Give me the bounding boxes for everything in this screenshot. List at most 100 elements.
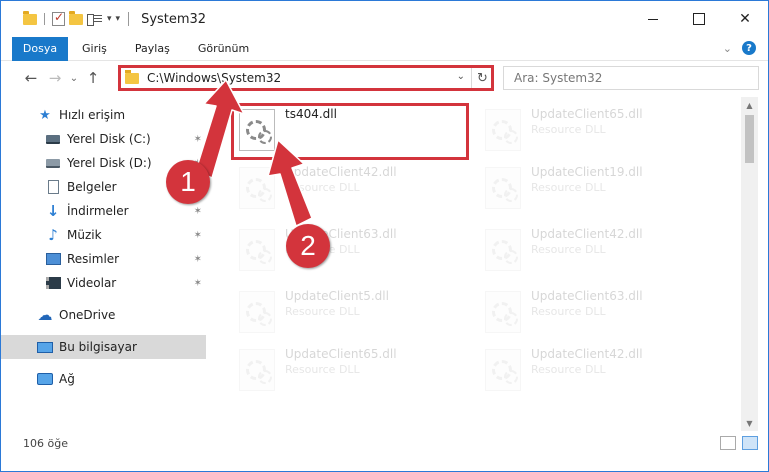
sidebar-item-local-disk-c[interactable]: Yerel Disk (C:) ✶: [1, 127, 206, 151]
properties-check-icon[interactable]: [52, 10, 65, 26]
view-switcher: [720, 436, 758, 450]
file-name: UpdateClient65.dll: [531, 107, 643, 121]
sidebar-item-label: Yerel Disk (C:): [67, 132, 151, 146]
minimize-button[interactable]: [630, 1, 676, 37]
file-type: Resource DLL: [531, 181, 606, 194]
window-controls: ✕: [630, 1, 768, 37]
file-type: Resource DLL: [285, 363, 360, 376]
list-item[interactable]: UpdateClient19.dll Resource DLL: [477, 159, 717, 217]
new-folder-icon[interactable]: [69, 10, 83, 25]
maximize-button[interactable]: [676, 1, 722, 37]
ribbon-right: ⌄ ?: [723, 41, 756, 55]
sidebar-item-label: Bu bilgisayar: [59, 340, 137, 354]
sidebar-item-this-pc[interactable]: Bu bilgisayar: [1, 335, 206, 359]
list-item[interactable]: UpdateClient65.dll Resource DLL: [477, 101, 717, 159]
dll-file-icon: [485, 167, 521, 209]
file-name: UpdateClient65.dll: [285, 347, 397, 361]
music-icon: ♪: [48, 226, 58, 244]
dll-file-icon: [485, 291, 521, 333]
customize-toolbar-icon[interactable]: ▾: [116, 14, 121, 24]
details-view-icon[interactable]: [720, 436, 736, 450]
address-path[interactable]: C:\Windows\System32: [147, 71, 281, 85]
window-title: System32: [141, 11, 207, 27]
recent-locations-icon[interactable]: ⌄: [67, 73, 81, 84]
title-bar: ▾ ▾ System32 ✕: [1, 1, 768, 37]
sidebar-item-pictures[interactable]: Resimler ✶: [1, 247, 206, 271]
vertical-scrollbar[interactable]: ▲ ▼: [741, 97, 758, 431]
sidebar-item-label: Ağ: [59, 372, 75, 386]
pictures-icon: [45, 251, 61, 267]
list-item[interactable]: UpdateClient63.dll Resource DLL: [477, 283, 717, 341]
file-type: Resource DLL: [531, 123, 606, 136]
dll-file-icon: [239, 291, 275, 333]
scroll-thumb[interactable]: [745, 115, 754, 163]
file-type: Resource DLL: [531, 305, 606, 318]
list-item[interactable]: UpdateClient42.dll Resource DLL: [477, 221, 717, 279]
ribbon-tabs: Dosya Giriş Paylaş Görünüm ⌄ ?: [1, 36, 768, 61]
sidebar-item-label: Hızlı erişim: [59, 108, 126, 122]
sidebar-item-quick-access[interactable]: ★ Hızlı erişim: [1, 103, 206, 127]
scroll-up-icon[interactable]: ▲: [741, 97, 758, 113]
pin-icon[interactable]: ✶: [194, 230, 202, 241]
pin-icon[interactable]: ✶: [194, 134, 202, 145]
help-icon[interactable]: ?: [742, 41, 756, 55]
properties-icon[interactable]: [87, 13, 103, 26]
up-arrow-icon[interactable]: ↑: [81, 69, 105, 87]
scroll-down-icon[interactable]: ▼: [741, 415, 758, 431]
star-icon: ★: [39, 107, 51, 123]
dll-file-icon: [485, 109, 521, 151]
expand-ribbon-icon[interactable]: ⌄: [723, 42, 732, 55]
item-count: 106 öğe: [23, 436, 68, 450]
divider: [128, 12, 130, 26]
dll-file-icon: [485, 349, 521, 391]
sidebar-item-label: Yerel Disk (D:): [67, 156, 152, 170]
file-type: Resource DLL: [285, 181, 360, 194]
sidebar-item-downloads[interactable]: ↓ İndirmeler ✶: [1, 199, 206, 223]
computer-icon: [37, 339, 53, 355]
sidebar-item-network[interactable]: Ağ: [1, 367, 206, 391]
file-type: Resource DLL: [531, 243, 606, 256]
file-name: UpdateClient5.dll: [285, 289, 389, 303]
download-icon: ↓: [46, 202, 60, 220]
file-type: Resource DLL: [531, 363, 606, 376]
pin-icon[interactable]: ✶: [194, 206, 202, 217]
sidebar-item-label: İndirmeler: [67, 204, 129, 218]
list-item[interactable]: UpdateClient42.dll Resource DLL: [231, 159, 471, 217]
file-name: UpdateClient42.dll: [285, 165, 397, 179]
sidebar-item-label: OneDrive: [59, 308, 116, 322]
navigation-pane: ★ Hızlı erişim Yerel Disk (C:) ✶ Yerel D…: [1, 97, 213, 431]
cloud-icon: ☁: [37, 306, 53, 324]
tab-file[interactable]: Dosya: [12, 36, 68, 61]
refresh-icon[interactable]: ↻: [471, 67, 493, 89]
large-icons-view-icon[interactable]: [742, 436, 758, 450]
list-item[interactable]: UpdateClient63.dll Resource DLL: [231, 221, 471, 279]
list-item[interactable]: UpdateClient42.dll Resource DLL: [477, 341, 717, 399]
chevron-down-icon[interactable]: ⌄: [457, 71, 465, 82]
pin-icon[interactable]: ✶: [194, 278, 202, 289]
quick-access-toolbar: ▾ ▾: [1, 10, 121, 26]
close-button[interactable]: ✕: [722, 1, 768, 37]
tab-view[interactable]: Görünüm: [184, 37, 263, 61]
file-name: UpdateClient42.dll: [531, 227, 643, 241]
sidebar-item-onedrive[interactable]: ☁ OneDrive: [1, 303, 206, 327]
file-name: UpdateClient19.dll: [531, 165, 643, 179]
tab-share[interactable]: Paylaş: [121, 37, 184, 61]
dll-file-icon: [239, 349, 275, 391]
sidebar-item-music[interactable]: ♪ Müzik ✶: [1, 223, 206, 247]
folder-icon[interactable]: [23, 10, 37, 25]
dll-file-icon: [239, 167, 275, 209]
back-arrow-icon[interactable]: ←: [19, 69, 43, 87]
address-bar[interactable]: C:\Windows\System32 ⌄ ↻: [118, 66, 494, 90]
forward-arrow-icon[interactable]: →: [43, 69, 67, 87]
drive-icon: [45, 131, 61, 147]
pin-icon[interactable]: ✶: [194, 254, 202, 265]
search-input[interactable]: Ara: System32: [503, 66, 759, 90]
sidebar-item-videos[interactable]: Videolar ✶: [1, 271, 206, 295]
list-item[interactable]: UpdateClient65.dll Resource DLL: [231, 341, 471, 399]
chevron-down-icon[interactable]: ▾: [107, 14, 112, 24]
tab-home[interactable]: Giriş: [68, 37, 121, 61]
status-bar: 106 öğe: [1, 431, 768, 455]
sidebar-item-label: Videolar: [67, 276, 117, 290]
folder-icon: [125, 69, 139, 84]
list-item[interactable]: UpdateClient5.dll Resource DLL: [231, 283, 471, 341]
